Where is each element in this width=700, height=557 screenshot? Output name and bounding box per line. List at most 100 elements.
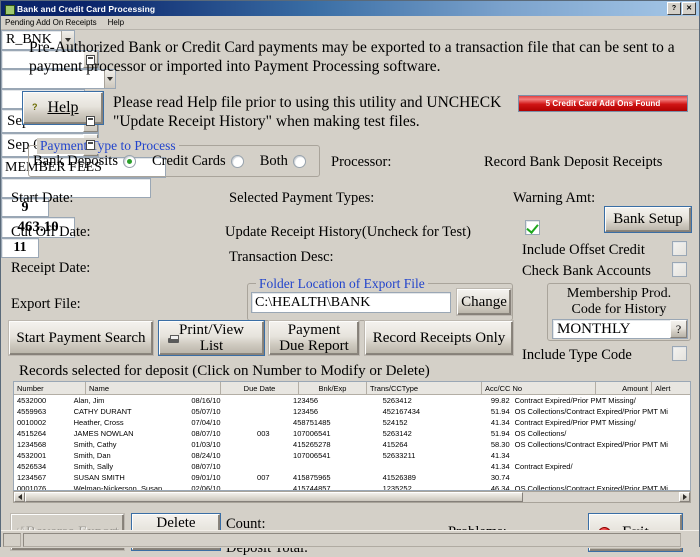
app-icon (4, 4, 15, 15)
scroll-left-icon[interactable] (14, 492, 25, 502)
update-receipt-history-label: Update Receipt History(Uncheck for Test) (225, 224, 471, 240)
membership-code-input[interactable]: MONTHLY ? (552, 319, 688, 339)
cell-number[interactable]: 4526534 (14, 461, 71, 472)
cell-number[interactable]: 4532000 (14, 395, 71, 406)
print-view-list-button[interactable]: Print/View List (159, 321, 264, 355)
cell-alert (513, 472, 690, 483)
membership-legend-line-1: Membership Prod. (566, 286, 672, 301)
radio-both[interactable] (292, 155, 306, 168)
table-horizontal-scrollbar[interactable] (13, 491, 691, 503)
cell-number[interactable]: 4559963 (14, 406, 71, 417)
include-offset-credit-checkbox[interactable] (672, 241, 687, 256)
question-mark-icon: ? (32, 102, 38, 112)
cell-name: Smith, Cathy (73, 440, 117, 449)
payment-type-group: Payment Type to Process Bank Deposits Cr… (28, 138, 320, 177)
cell-number[interactable]: 4532001 (14, 450, 71, 461)
payment-due-report-button[interactable]: Payment Due Report (269, 321, 359, 355)
column-header-name[interactable]: Name (86, 382, 221, 394)
start-payment-search-label: Start Payment Search (16, 329, 146, 346)
window-controls: ? ✕ (667, 2, 697, 15)
change-folder-button[interactable]: Change (457, 289, 511, 315)
column-header-trans-cctype[interactable]: Trans/CCType (367, 382, 482, 394)
cell-due-date: 08/16/10 (191, 396, 221, 405)
cell-number[interactable]: 1234567 (14, 472, 71, 483)
cut-off-date-label: Cut Off Date: (11, 224, 91, 240)
cell-name: Smith, Sally (73, 462, 114, 471)
cell-number[interactable]: 0010002 (14, 417, 71, 428)
record-receipts-only-label: Record Receipts Only (372, 329, 506, 346)
update-receipt-history-checkbox[interactable] (525, 220, 540, 235)
intro-line-2: payment processor or imported into Payme… (29, 58, 441, 75)
cell-alert: Contract Expired/ (514, 462, 573, 471)
printer-icon (168, 335, 179, 344)
table-row[interactable]: 4532000 Alan, Jim 08/16/10 123456 5263412 99.… (14, 395, 690, 406)
cell-acc-cc-no: 41526389 (382, 473, 416, 482)
cell-alert: OS Collections/Contract Expired/Prior PM… (514, 407, 668, 416)
cell-acc-cc-no: 5263412 (382, 396, 412, 405)
payment-due-report-line-2: Due Report (279, 338, 349, 354)
cell-bnk-exp: 003 (257, 429, 270, 438)
cell-acc-cc-no: 52633211 (382, 451, 416, 460)
scrollbar-thumb[interactable] (25, 492, 523, 502)
menu-item-pending-add-on-receipts[interactable]: Pending Add On Receipts (4, 18, 98, 27)
membership-code-help-button[interactable]: ? (670, 320, 687, 338)
cell-amount: 99.82 (490, 396, 510, 405)
payment-type-legend: Payment Type to Process (37, 138, 179, 154)
radio-bank-deposits[interactable] (122, 155, 136, 168)
cell-acc-cc-no: 452167434 (382, 407, 421, 416)
cell-number[interactable]: 4515264 (14, 428, 71, 439)
record-receipts-only-button[interactable]: Record Receipts Only (365, 321, 513, 355)
status-cell-2 (23, 532, 681, 547)
cell-acc-cc-no: 415264 (382, 440, 408, 449)
help-titlebar-button[interactable]: ? (667, 2, 681, 15)
print-view-list-line-2: List (199, 338, 224, 354)
column-header-due-date[interactable]: Due Date (221, 382, 299, 394)
column-header-bnk-exp[interactable]: Bnk/Exp (299, 382, 367, 394)
problems-value: 11 (13, 240, 27, 255)
column-header-number[interactable]: Number (14, 382, 86, 394)
membership-legend-line-2: Code for History (571, 302, 667, 317)
table-row[interactable]: 0001076 Welman-Nickerson, Susan 02/06/10 41… (14, 483, 690, 491)
table-row[interactable]: 4532001 Smith, Dan 08/24/10 107006541 526332… (14, 450, 690, 461)
close-icon[interactable]: ✕ (682, 2, 696, 15)
table-row[interactable]: 1234567 SUSAN SMITH 09/01/10 007 415875965 41… (14, 472, 690, 483)
help-button-label: Help (47, 99, 79, 116)
cell-trans-cc-type (290, 461, 380, 472)
help-note: Please read Help file prior to using thi… (113, 93, 513, 131)
menu-item-help[interactable]: Help (107, 18, 125, 27)
table-row[interactable]: 4526534 Smith, Sally 08/07/10 41.34 Contract… (14, 461, 690, 472)
transaction-desc-label: Transaction Desc: (229, 249, 334, 265)
cell-due-date: 07/04/10 (191, 418, 221, 427)
cell-number[interactable]: 1234568 (14, 439, 71, 450)
credit-card-add-ons-alert-button[interactable]: 5 Credit Card Add Ons Found (518, 95, 688, 112)
cell-due-date: 02/06/10 (191, 484, 221, 491)
cell-acc-cc-no (380, 461, 469, 472)
start-date-label: Start Date: (11, 190, 74, 206)
table-row[interactable]: 0010002 Heather, Cross 07/04/10 458751485 52… (14, 417, 690, 428)
scroll-right-icon[interactable] (679, 492, 690, 502)
column-header-amount[interactable]: Amount (596, 382, 652, 394)
radio-credit-cards[interactable] (230, 155, 244, 168)
cell-amount: 41.34 (490, 418, 510, 427)
payment-due-report-line-1: Payment (287, 322, 341, 338)
table-row[interactable]: 4559963 CATHY DURANT 05/07/10 123456 4521674… (14, 406, 690, 417)
column-header-acc-cc-no[interactable]: Acc/CC No (482, 382, 596, 394)
records-table[interactable]: Number Name Due Date Bnk/Exp Trans/CCTyp… (13, 381, 691, 491)
table-row[interactable]: 1234568 Smith, Cathy 01/03/10 415265278 4152… (14, 439, 690, 450)
cell-number[interactable]: 0001076 (14, 483, 71, 490)
cell-amount: 41.34 (490, 451, 510, 460)
folder-path-input[interactable]: C:\HEALTH\BANK (251, 292, 451, 313)
include-type-code-checkbox[interactable] (672, 346, 687, 361)
bank-setup-button[interactable]: Bank Setup (605, 207, 691, 232)
cell-alert: OS Collections/ (514, 429, 567, 438)
start-payment-search-button[interactable]: Start Payment Search (9, 321, 153, 355)
check-bank-accounts-checkbox[interactable] (672, 262, 687, 277)
status-cell-1 (3, 532, 21, 547)
cell-name: SUSAN SMITH (73, 473, 125, 482)
table-row[interactable]: 4515264 JAMES NOWLAN 08/07/10 003 107006541 5… (14, 428, 690, 439)
receipt-date-label: Receipt Date: (11, 260, 91, 276)
column-header-alert[interactable]: Alert (652, 382, 690, 394)
cell-amount: 30.74 (490, 473, 510, 482)
window-title: Bank and Credit Card Processing (17, 3, 156, 14)
menu-bar: Pending Add On Receipts Help (1, 16, 699, 30)
